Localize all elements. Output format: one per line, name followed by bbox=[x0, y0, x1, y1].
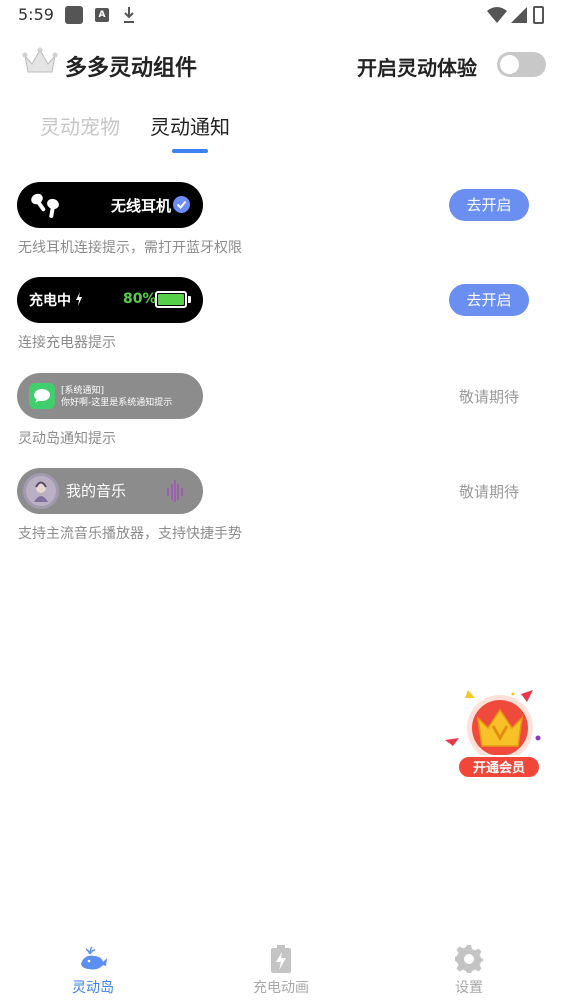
notification-coming-soon: 敬请期待 bbox=[459, 388, 520, 406]
wifi-icon bbox=[487, 7, 507, 23]
battery-percent: 80% bbox=[123, 291, 157, 307]
feature-notification: [系统通知] 你好啊-这里是系统通知提示 敬请期待 灵动岛通知提示 bbox=[0, 373, 563, 463]
nav-label-dynamic-island: 灵动岛 bbox=[72, 980, 114, 996]
nav-settings[interactable]: 设置 bbox=[409, 940, 529, 1000]
bottom-navigation: 灵动岛 充电动画 设置 bbox=[0, 940, 563, 1000]
tab-notifications[interactable]: 灵动通知 bbox=[150, 111, 230, 140]
nav-dynamic-island[interactable]: 灵动岛 bbox=[33, 940, 153, 1000]
battery-icon bbox=[155, 291, 187, 308]
vip-floating-button[interactable]: 开通会员 bbox=[443, 688, 543, 783]
app-header: 多多灵动组件 开启灵动体验 bbox=[0, 40, 563, 90]
tab-pets[interactable]: 灵动宠物 bbox=[40, 111, 120, 140]
signal-icon bbox=[511, 7, 527, 23]
notification-body: 你好啊-这里是系统通知提示 bbox=[61, 398, 173, 408]
earbuds-preview-pill: 无线耳机 bbox=[17, 182, 203, 228]
crown-logo-icon bbox=[22, 47, 58, 73]
message-icon bbox=[29, 383, 55, 409]
feature-music: 我的音乐 敬请期待 支持主流音乐播放器，支持快捷手势 bbox=[0, 468, 563, 558]
battery-status-icon bbox=[533, 6, 544, 24]
charging-description: 连接充电器提示 bbox=[18, 335, 116, 351]
a-notification-icon: A bbox=[95, 8, 109, 22]
app-title: 多多灵动组件 bbox=[65, 56, 198, 81]
tab-bar: 灵动宠物 灵动通知 bbox=[0, 105, 563, 155]
music-title: 我的音乐 bbox=[66, 482, 127, 500]
notification-preview-pill: [系统通知] 你好啊-这里是系统通知提示 bbox=[17, 373, 203, 419]
status-time: 5:59 bbox=[18, 5, 54, 24]
tab-indicator bbox=[172, 149, 208, 153]
earbuds-pill-text: 无线耳机 bbox=[111, 197, 172, 215]
notification-description: 灵动岛通知提示 bbox=[18, 431, 116, 447]
nav-label-charging: 充电动画 bbox=[253, 980, 309, 996]
music-preview-pill: 我的音乐 bbox=[17, 468, 203, 514]
dynamic-experience-toggle[interactable] bbox=[497, 52, 546, 77]
status-bar: 5:59 A bbox=[0, 0, 563, 30]
music-description: 支持主流音乐播放器，支持快捷手势 bbox=[18, 526, 242, 542]
lightning-icon bbox=[76, 292, 82, 306]
earbuds-icon bbox=[31, 193, 59, 218]
download-icon bbox=[124, 7, 134, 23]
whale-icon bbox=[81, 946, 107, 970]
notification-square-icon bbox=[65, 6, 83, 24]
enable-earbuds-button[interactable]: 去开启 bbox=[449, 189, 529, 221]
nav-charging-animation[interactable]: 充电动画 bbox=[221, 940, 341, 1000]
charging-icon bbox=[271, 945, 291, 973]
feature-earbuds: 无线耳机 去开启 无线耳机连接提示，需打开蓝牙权限 bbox=[0, 182, 563, 272]
toggle-knob bbox=[500, 55, 519, 74]
audio-wave-icon bbox=[167, 480, 183, 502]
gear-icon bbox=[455, 945, 483, 973]
earbuds-description: 无线耳机连接提示，需打开蓝牙权限 bbox=[18, 240, 242, 256]
vip-label: 开通会员 bbox=[457, 755, 541, 779]
battery-tip bbox=[188, 296, 191, 303]
charging-pill-text: 充电中 bbox=[29, 293, 71, 309]
enable-charging-button[interactable]: 去开启 bbox=[449, 284, 529, 316]
nav-label-settings: 设置 bbox=[455, 980, 483, 996]
album-icon bbox=[23, 473, 59, 509]
music-coming-soon: 敬请期待 bbox=[459, 483, 520, 501]
charging-preview-pill: 充电中 80% bbox=[17, 277, 203, 323]
feature-charging: 充电中 80% 去开启 连接充电器提示 bbox=[0, 277, 563, 367]
verified-check-icon bbox=[173, 196, 190, 213]
toggle-label: 开启灵动体验 bbox=[357, 56, 477, 80]
